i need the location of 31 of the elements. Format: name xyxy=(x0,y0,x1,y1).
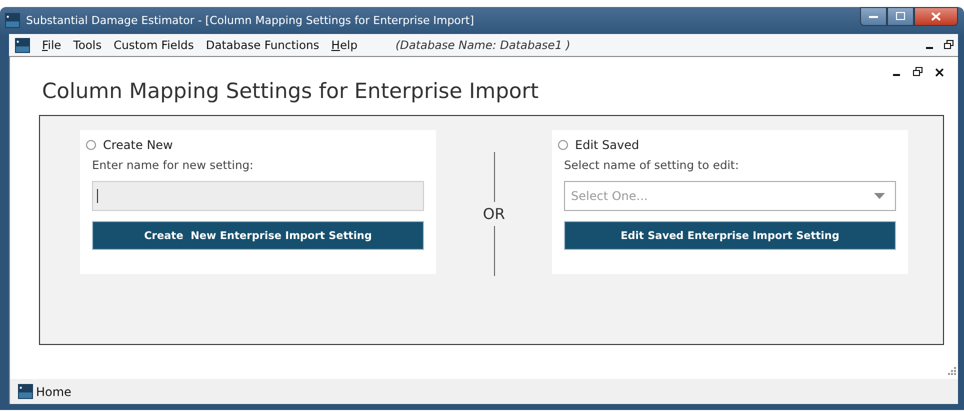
resize-grip-icon xyxy=(948,367,956,375)
close-icon[interactable] xyxy=(935,68,944,76)
menu-item[interactable]: Database Functions xyxy=(206,38,320,52)
app-logo-icon xyxy=(5,13,20,28)
window-title: Substantial Damage Estimator - [Column Mapping Settings for Enterprise Import] xyxy=(26,14,474,27)
restore-icon[interactable] xyxy=(944,40,954,50)
or-separator: OR xyxy=(482,204,506,225)
name-input-field[interactable] xyxy=(92,181,424,211)
minimize-icon xyxy=(868,14,878,18)
database-name: (Database Name: Database1 ) xyxy=(396,38,570,52)
edit-setting-button[interactable]: Edit Saved Enterprise Import Setting xyxy=(564,221,896,250)
field-label: Select name of setting to edit: xyxy=(564,158,740,172)
minimize-button[interactable] xyxy=(860,7,887,26)
app-logo-icon xyxy=(18,384,33,399)
close-button[interactable] xyxy=(914,7,958,26)
app-logo-icon xyxy=(15,38,30,52)
create-new-radio[interactable]: Create New xyxy=(86,135,424,155)
dropdown-arrow-icon xyxy=(874,193,885,199)
page-heading: Column Mapping Settings for Enterprise Import xyxy=(42,79,540,103)
maximize-icon xyxy=(896,12,906,21)
edit-saved-radio[interactable]: Edit Saved xyxy=(558,135,896,155)
menu-item[interactable]: Custom Fields xyxy=(114,38,194,52)
home-tab[interactable]: Home xyxy=(18,384,72,399)
maximize-button[interactable] xyxy=(887,7,914,26)
create-setting-button[interactable]: Create New Enterprise Import Setting xyxy=(92,221,424,250)
field-label: Enter name for new setting: xyxy=(92,158,254,172)
restore-icon[interactable] xyxy=(913,67,923,77)
close-icon xyxy=(931,12,941,21)
menu-item[interactable]: Tools xyxy=(73,38,102,52)
menu-item[interactable]: File xyxy=(42,38,62,52)
menu-item[interactable]: Help xyxy=(331,38,358,52)
